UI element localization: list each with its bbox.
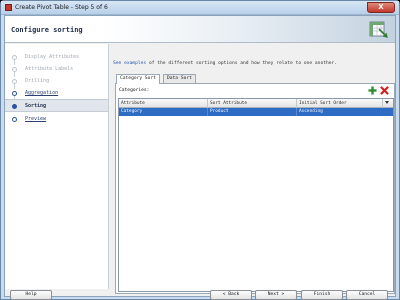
add-icon[interactable] <box>368 86 377 95</box>
column-header-sort-attribute[interactable]: Sort Attribute <box>208 99 297 108</box>
main-content: See examples of the different sorting op… <box>110 44 395 294</box>
column-header-initial-sort-order[interactable]: Initial Sort Order <box>297 99 383 108</box>
step-dot-icon <box>12 117 17 122</box>
step-label: Sorting <box>25 103 47 109</box>
remove-icon[interactable] <box>380 86 389 95</box>
step-dot-icon <box>12 104 17 109</box>
tab-category-sort[interactable]: Category Sort <box>116 74 160 84</box>
pivot-wizard-icon <box>369 21 388 38</box>
finish-button[interactable]: Finish <box>301 290 343 300</box>
app-icon <box>5 4 12 11</box>
see-examples-link[interactable]: See examples <box>113 61 146 66</box>
category-sort-table: Attribute Sort Attribute Initial Sort Or… <box>118 98 394 292</box>
chevron-down-icon[interactable] <box>385 101 389 104</box>
back-button[interactable]: < Back <box>210 290 252 300</box>
step-attribute-labels[interactable]: Attribute Labels <box>5 64 108 77</box>
step-preview[interactable]: Preview <box>5 114 108 125</box>
categories-label: Categories: <box>119 88 150 93</box>
close-button[interactable]: X <box>367 2 395 13</box>
info-description: of the different sorting options and how… <box>146 61 338 66</box>
step-label: Preview <box>25 116 47 122</box>
window-title: Create Pivot Table - Step 5 of 6 <box>15 4 108 11</box>
cell-initial-sort-order[interactable]: Ascending <box>297 108 393 116</box>
category-sort-panel: Categories: Attribute Sort Attribute Ini… <box>115 83 395 294</box>
button-bar: Help < Back Next > Finish Cancel <box>5 290 395 300</box>
step-drilling[interactable]: Drilling <box>5 76 108 89</box>
tab-data-sort[interactable]: Data Sort <box>163 74 196 83</box>
step-label: Attribute Labels <box>25 66 74 72</box>
step-label: Drilling <box>25 78 50 84</box>
step-sorting[interactable]: Sorting <box>5 99 108 112</box>
step-label: Aggregation <box>25 90 59 96</box>
table-header: Attribute Sort Attribute Initial Sort Or… <box>119 99 393 108</box>
dialog-window: Create Pivot Table - Step 5 of 6 X Confi… <box>0 0 400 300</box>
dialog-client: Configure sorting Display Attributes Att… <box>4 15 396 300</box>
step-aggregation[interactable]: Aggregation <box>5 88 108 101</box>
cell-sort-attribute[interactable]: Product <box>208 108 297 116</box>
cancel-button[interactable]: Cancel <box>346 290 388 300</box>
page-title: Configure sorting <box>11 26 83 34</box>
title-bar[interactable]: Create Pivot Table - Step 5 of 6 X <box>1 1 399 15</box>
wizard-header: Configure sorting <box>5 16 395 43</box>
next-button[interactable]: Next > <box>255 290 297 300</box>
column-header-attribute[interactable]: Attribute <box>119 99 208 108</box>
info-text: See examples of the different sorting op… <box>113 61 337 66</box>
help-button[interactable]: Help <box>10 290 52 300</box>
cell-attribute[interactable]: Category <box>119 108 208 116</box>
step-display-attributes[interactable]: Display Attributes <box>5 52 108 65</box>
step-label: Display Attributes <box>25 54 80 60</box>
wizard-steps: Display Attributes Attribute Labels Dril… <box>5 44 109 289</box>
table-row[interactable]: Category Product Ascending <box>119 108 393 116</box>
